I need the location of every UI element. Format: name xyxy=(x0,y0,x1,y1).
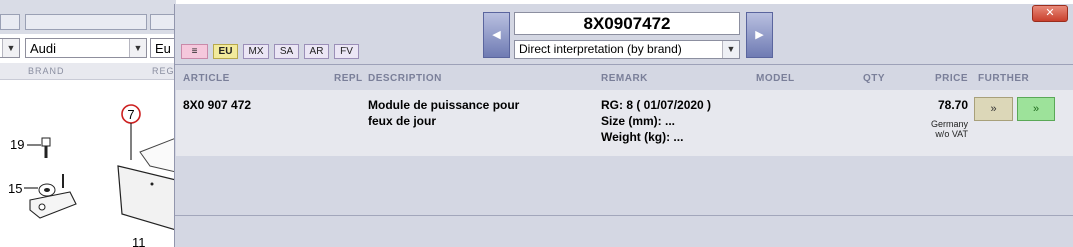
description-line-1: Module de puissance pour xyxy=(368,98,520,112)
bracket-part xyxy=(117,165,176,231)
interpretation-select[interactable]: Direct interpretation (by brand) ▼ xyxy=(514,40,740,59)
part-search-popup: ✕ ◀ Direct interpretation (by brand) ▼ ▶… xyxy=(174,4,1073,247)
callout-15-label: 15 xyxy=(8,181,22,196)
region-sa-button[interactable]: SA xyxy=(274,44,299,59)
header-qty[interactable]: QTY xyxy=(863,73,885,84)
callout-11-label: 11 xyxy=(132,235,146,247)
remark-line-3: Weight (kg): ... xyxy=(601,130,684,144)
brand-select-value: Audi xyxy=(30,41,57,56)
parts-diagram: 7 19 15 11 xyxy=(8,104,176,247)
background-tab[interactable] xyxy=(25,14,147,30)
header-description[interactable]: DESCRIPTION xyxy=(368,73,442,84)
further-add-button[interactable]: » xyxy=(1017,97,1055,121)
article-number[interactable]: 8X0 907 472 xyxy=(183,97,251,113)
background-select[interactable]: ▼ xyxy=(0,38,20,58)
close-button[interactable]: ✕ xyxy=(1032,5,1068,22)
bolt-head xyxy=(41,137,51,147)
region-eu-button[interactable]: EU xyxy=(213,44,238,59)
price-note-country: Germany xyxy=(930,119,968,129)
region-mx-button[interactable]: MX xyxy=(243,44,269,59)
brand-select[interactable]: Audi ▼ xyxy=(25,38,147,58)
chevron-right-icon: ▶ xyxy=(755,29,764,41)
brand-label: BRAND xyxy=(28,66,65,76)
header-article[interactable]: ARTICLE xyxy=(183,73,230,84)
module-part xyxy=(139,137,176,173)
callout-7-label: 7 xyxy=(127,107,134,122)
price-note-vat: w/o VAT xyxy=(935,129,968,139)
close-icon: ✕ xyxy=(1045,7,1055,19)
remark-line-2: Size (mm): ... xyxy=(601,114,676,128)
header-repl[interactable]: REPL xyxy=(334,73,363,84)
chevron-down-icon: ▼ xyxy=(129,39,146,57)
further-details-button[interactable]: » xyxy=(974,97,1013,121)
chevron-left-icon: ◀ xyxy=(492,29,501,41)
header-model[interactable]: MODEL xyxy=(756,73,795,84)
divider xyxy=(175,215,1073,216)
region-menu-button[interactable]: ≡ xyxy=(181,44,208,59)
previous-button[interactable]: ◀ xyxy=(483,12,510,58)
clip-part xyxy=(29,191,77,219)
header-price[interactable]: PRICE xyxy=(935,73,968,84)
header-further[interactable]: FURTHER xyxy=(978,73,1029,84)
price-note: Germany w/o VAT xyxy=(915,119,968,139)
region-fv-button[interactable]: FV xyxy=(334,44,359,59)
interpretation-value: Direct interpretation (by brand) xyxy=(519,42,682,56)
remark-line-1: RG: 8 ( 01/07/2020 ) xyxy=(601,98,712,112)
region-select-value: Eu xyxy=(155,41,171,56)
callout-19-label: 19 xyxy=(10,137,24,152)
header-remark[interactable]: REMARK xyxy=(601,73,648,84)
table-header: ARTICLE REPL DESCRIPTION REMARK MODEL QT… xyxy=(175,64,1073,90)
region-ar-button[interactable]: AR xyxy=(304,44,329,59)
article-search-input[interactable] xyxy=(514,12,740,35)
background-tab[interactable] xyxy=(0,14,20,30)
chevron-down-icon: ▼ xyxy=(2,39,19,57)
background-label-bar xyxy=(0,63,176,80)
next-button[interactable]: ▶ xyxy=(746,12,773,58)
region-label: REG xyxy=(152,66,175,76)
price-value: 78.70 xyxy=(937,98,968,112)
chevron-down-icon: ▼ xyxy=(722,41,739,58)
description-line-2: feux de jour xyxy=(368,114,437,128)
